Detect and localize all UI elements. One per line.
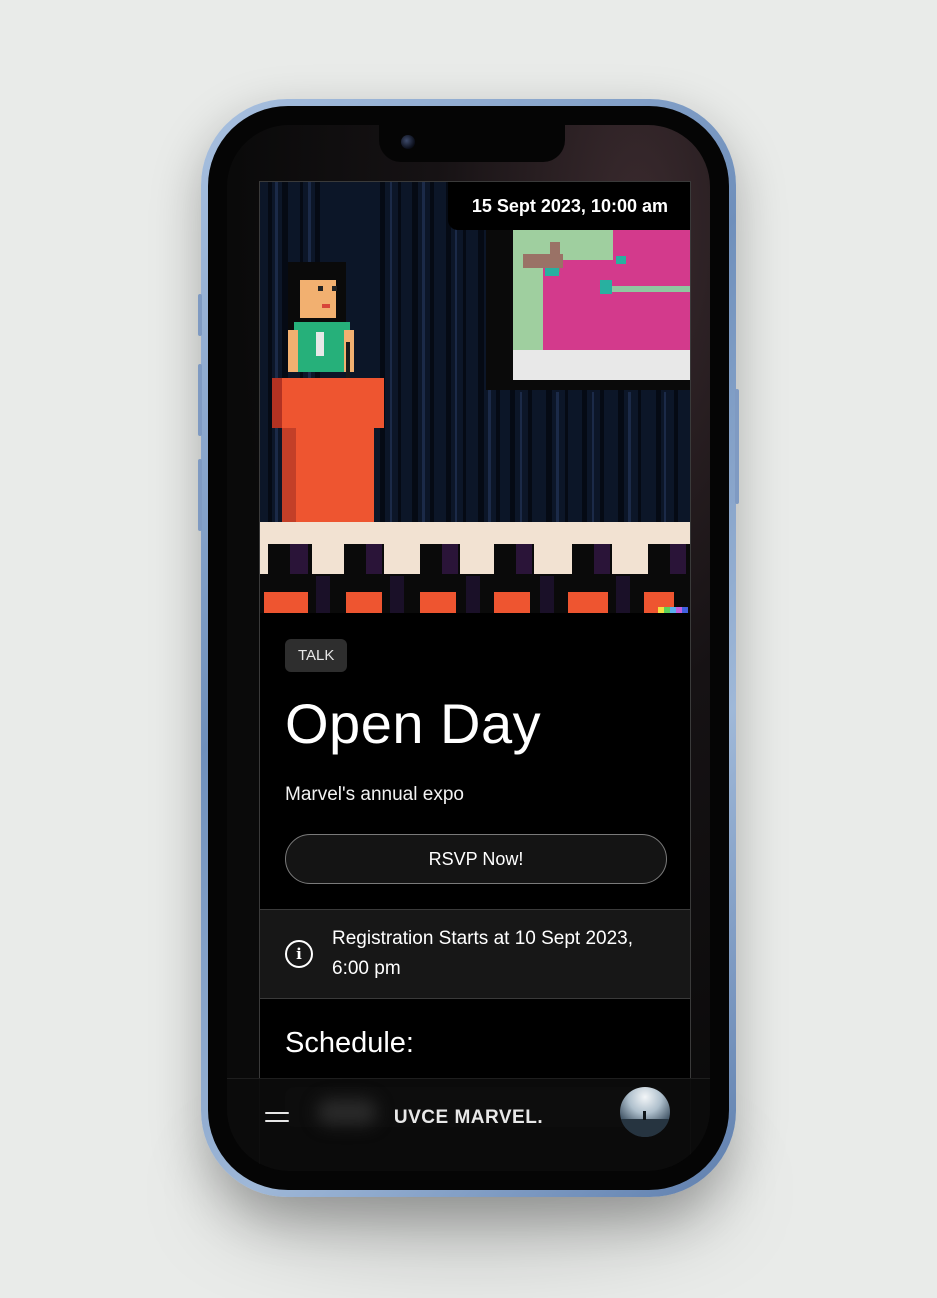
power-button xyxy=(735,389,739,504)
event-page[interactable]: 15 Sept 2023, 10:00 am TALK Open Day Mar… xyxy=(259,181,691,1171)
info-circle-icon: i xyxy=(285,940,313,968)
mute-switch xyxy=(198,294,202,336)
volume-down-button xyxy=(198,459,202,531)
volume-up-button xyxy=(198,364,202,436)
event-details: TALK Open Day Marvel's annual expo RSVP … xyxy=(260,613,690,884)
registration-info-banner: i Registration Starts at 10 Sept 2023, 6… xyxy=(260,909,690,999)
hero-illustration xyxy=(260,182,690,613)
event-date-badge: 15 Sept 2023, 10:00 am xyxy=(447,182,690,230)
phone-screen: 15 Sept 2023, 10:00 am TALK Open Day Mar… xyxy=(227,125,710,1171)
phone-frame: 15 Sept 2023, 10:00 am TALK Open Day Mar… xyxy=(198,99,739,1197)
registration-info-text: Registration Starts at 10 Sept 2023, 6:0… xyxy=(332,928,634,979)
event-title: Open Day xyxy=(285,692,542,755)
event-type-tag: TALK xyxy=(285,639,348,672)
rsvp-button[interactable]: RSVP Now! xyxy=(285,834,667,884)
schedule-heading: Schedule: xyxy=(285,1027,414,1059)
user-avatar[interactable] xyxy=(620,1087,670,1137)
event-subtitle: Marvel's annual expo xyxy=(285,784,464,805)
phone-bezel: 15 Sept 2023, 10:00 am TALK Open Day Mar… xyxy=(208,106,729,1190)
front-camera xyxy=(401,135,415,149)
event-hero-image: 15 Sept 2023, 10:00 am xyxy=(260,182,690,613)
notch xyxy=(379,125,565,162)
bottom-nav-bar: UVCE MARVEL. xyxy=(227,1078,710,1171)
